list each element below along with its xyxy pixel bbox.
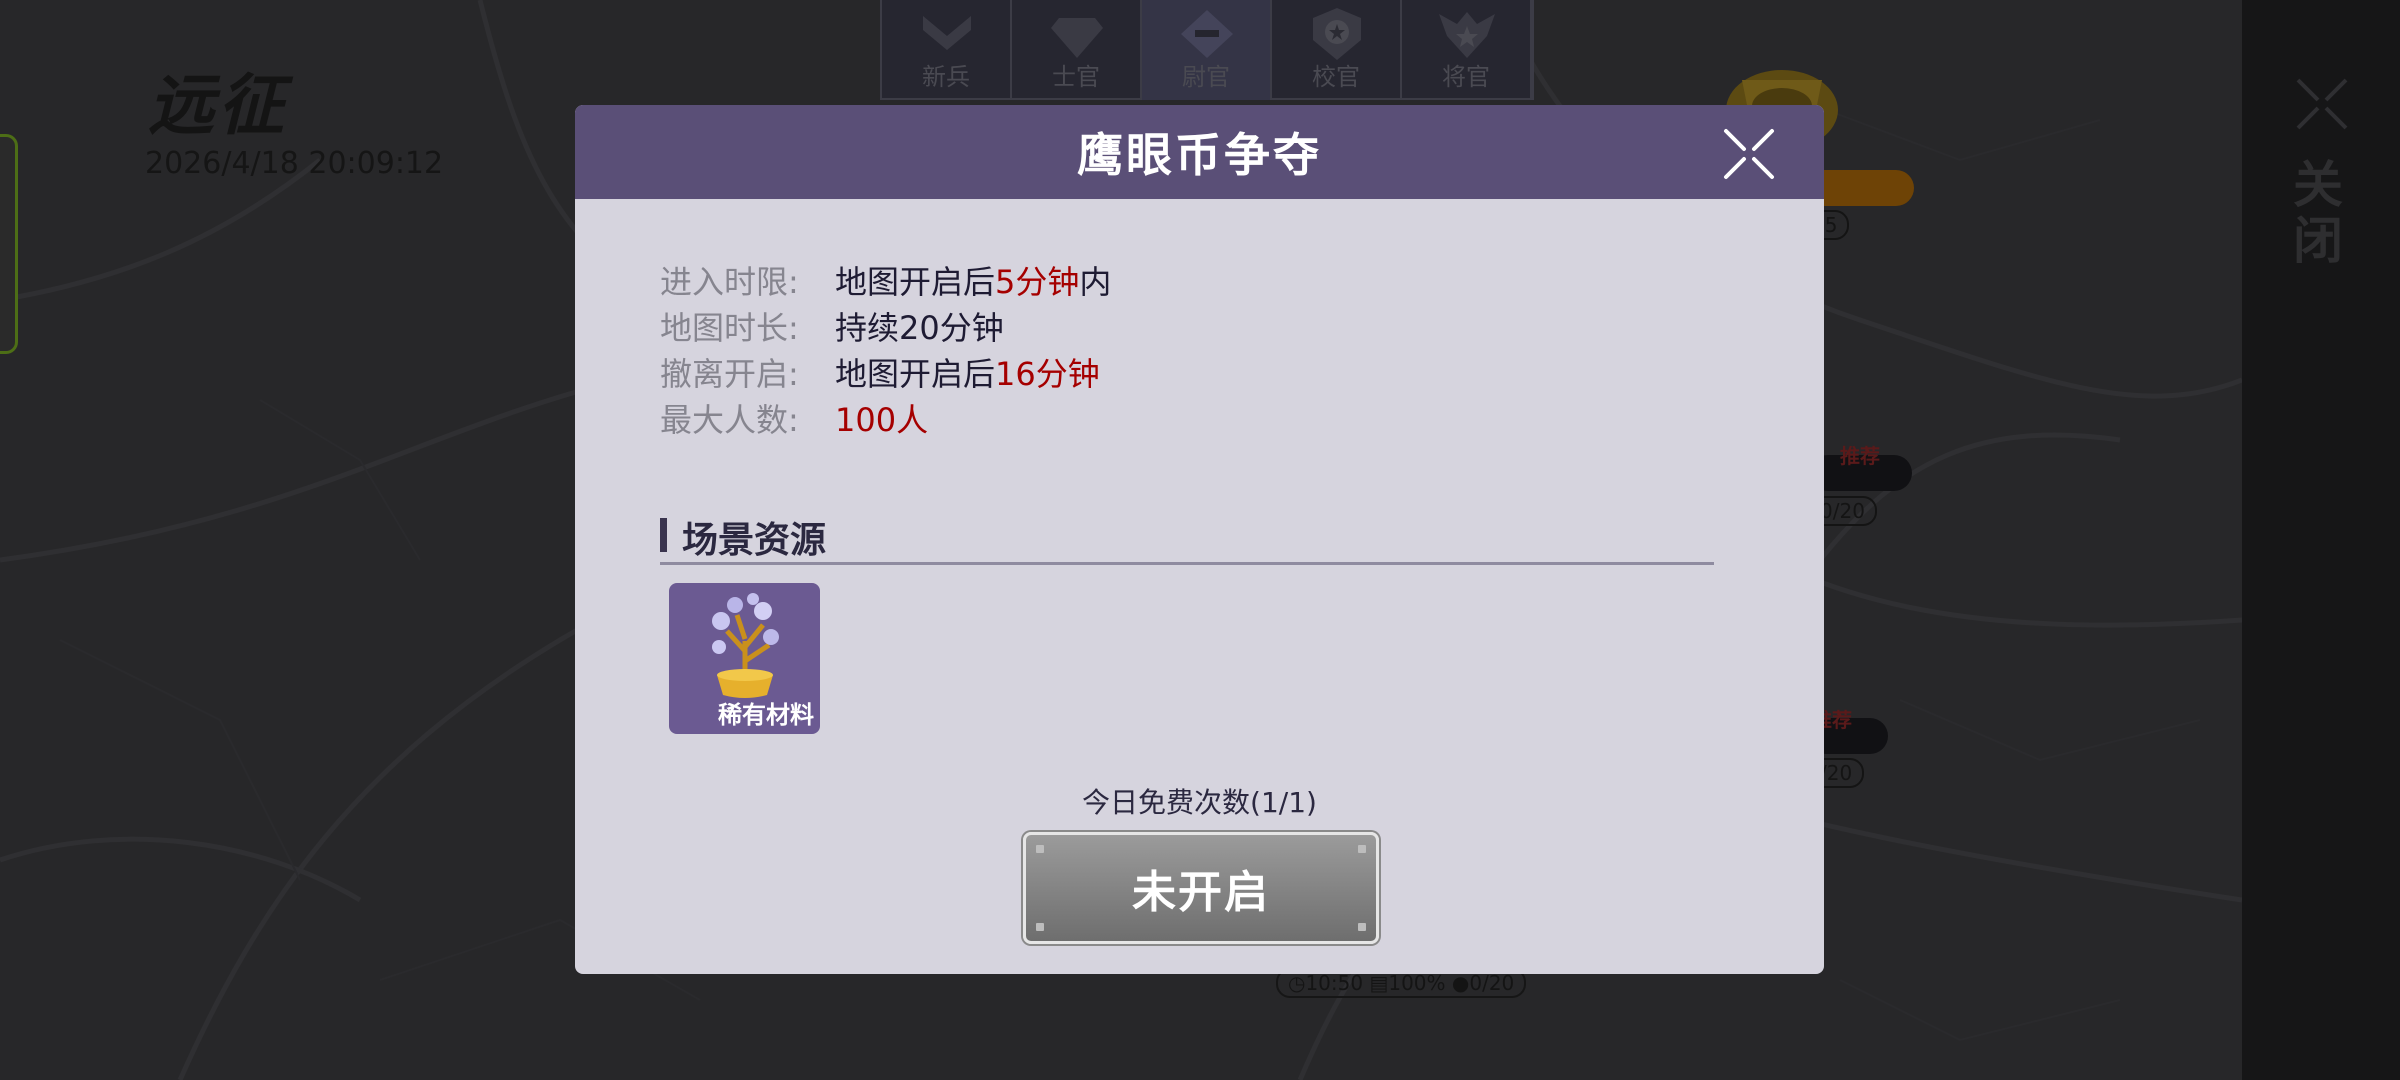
info-label: 地图时长:	[660, 309, 799, 347]
tab-nco[interactable]: 士官	[1012, 0, 1142, 100]
dialog-title: 鹰眼币争夺	[1077, 128, 1322, 182]
info-label: 最大人数:	[660, 401, 799, 439]
side-close-panel[interactable]: 关闭	[2242, 0, 2400, 1080]
status-players: 0/20	[1469, 971, 1515, 995]
event-info: 进入时限: 地图开启后5分钟内 地图时长: 持续20分钟 撤离开启: 地图开启后…	[660, 257, 1111, 441]
money-tree-icon	[712, 593, 779, 698]
signal-icon: ▤	[1369, 971, 1389, 995]
info-value: 持续20分钟	[835, 309, 1004, 347]
player-icon: ●	[1451, 971, 1470, 995]
tab-label: 新兵	[922, 63, 970, 91]
info-value: 地图开启后16分钟	[835, 355, 1100, 393]
page-title: 远征	[148, 67, 288, 144]
start-button-label: 未开启	[1132, 867, 1270, 918]
recommend-tag: 推荐	[1840, 444, 1880, 468]
close-icon[interactable]	[2294, 76, 2350, 132]
info-row-evacuation: 撤离开启: 地图开启后16分钟	[660, 349, 1111, 395]
dialog-header: 鹰眼币争夺	[575, 105, 1824, 199]
diamond-rank-icon	[1051, 18, 1103, 58]
info-value: 100人	[835, 401, 929, 439]
section-accent-bar	[660, 518, 667, 552]
rivet	[1036, 845, 1044, 853]
rank-tab-bar: 新兵 士官 尉官 校官 将官	[880, 0, 1534, 100]
tab-label: 校官	[1312, 63, 1360, 91]
info-label: 撤离开启:	[660, 355, 799, 393]
tab-officer[interactable]: 尉官	[1142, 0, 1272, 100]
info-row-duration: 地图时长: 持续20分钟	[660, 303, 1111, 349]
tab-general[interactable]: 将官	[1402, 0, 1532, 100]
resource-item-label: 稀有材料	[718, 701, 814, 729]
section-title: 场景资源	[682, 520, 827, 561]
rivet	[1036, 923, 1044, 931]
close-icon[interactable]	[1722, 127, 1776, 181]
clock-icon: ◷	[1288, 971, 1306, 995]
left-side-tab[interactable]	[0, 134, 18, 354]
info-row-entry-limit: 进入时限: 地图开启后5分钟内	[660, 257, 1111, 303]
resource-item[interactable]: 稀有材料	[669, 583, 820, 734]
rivet	[1358, 845, 1366, 853]
bar-diamond-rank-icon	[1181, 10, 1233, 58]
free-attempts-count: 今日免费次数(1/1)	[1082, 786, 1317, 819]
start-button[interactable]: 未开启	[1023, 832, 1379, 944]
rivet	[1358, 923, 1366, 931]
tab-label: 尉官	[1182, 63, 1230, 91]
info-row-max-players: 最大人数: 100人	[660, 395, 1111, 441]
chevron-rank-icon	[923, 16, 971, 50]
star-shield-rank-icon	[1313, 8, 1361, 60]
eagle-rank-icon	[1439, 12, 1495, 58]
status-percent: 100%	[1388, 971, 1446, 995]
close-label[interactable]: 关闭	[2285, 158, 2350, 270]
status-time: 10:50	[1305, 971, 1364, 995]
page-datetime: 2026/4/18 20:09:12	[145, 146, 444, 181]
tab-field-officer[interactable]: 校官	[1272, 0, 1402, 100]
info-label: 进入时限:	[660, 263, 799, 301]
tab-recruit[interactable]: 新兵	[882, 0, 1012, 100]
tab-label: 将官	[1442, 63, 1490, 91]
event-dialog: 鹰眼币争夺 进入时限: 地图开启后5分钟内 地图时长: 持续20分钟 撤离开启:…	[575, 105, 1824, 974]
info-value: 地图开启后5分钟内	[835, 263, 1112, 301]
section-header: 场景资源	[660, 505, 1714, 565]
tab-label: 士官	[1052, 63, 1100, 91]
